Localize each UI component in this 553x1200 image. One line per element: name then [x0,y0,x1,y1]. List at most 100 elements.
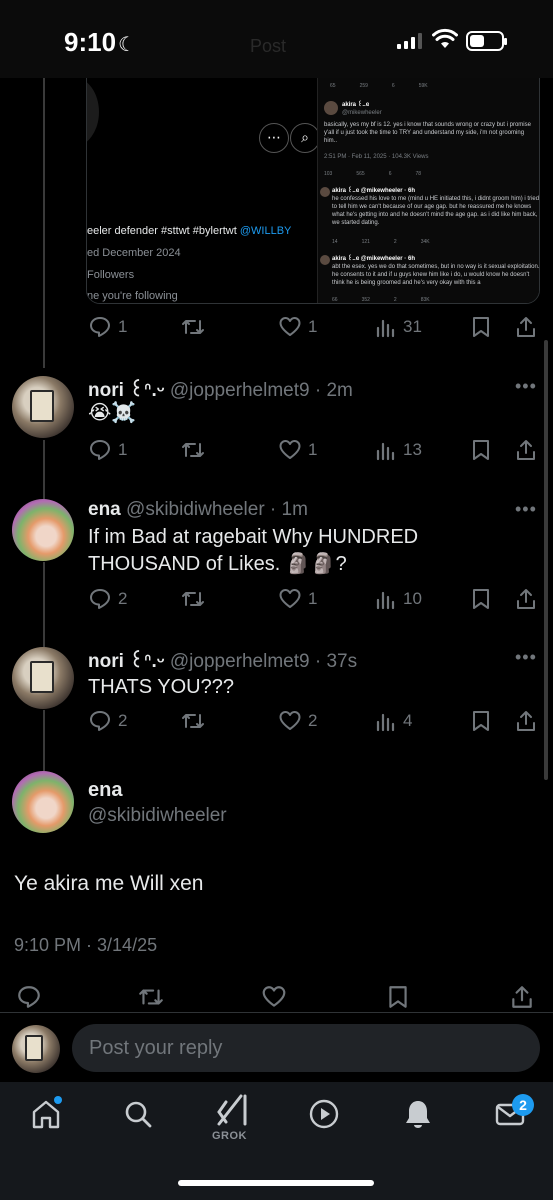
nav-grok[interactable] [215,1092,249,1133]
bookmark-icon [473,711,489,731]
like-button[interactable] [261,984,287,1010]
home-indicator[interactable] [178,1180,374,1186]
avatar[interactable] [12,771,74,833]
media-right-panel: 65 259 6 59K akira ꒰..ɞ @mikewheeler basica… [317,77,540,303]
share-button[interactable] [514,587,538,611]
share-icon [517,589,535,609]
nav-notifications[interactable] [402,1098,434,1135]
media-left-panel: ⋯ ⌕ eeler defender #sttwt #bylertwt @WIL… [87,77,320,303]
repost-icon [182,714,204,728]
reply-button[interactable]: 1 [88,438,127,462]
status-bar: 9:10 ☾ Post [0,0,553,78]
bookmark-icon [389,986,407,1008]
repost-button[interactable] [180,438,206,462]
nav-home[interactable] [30,1096,62,1135]
repost-button[interactable] [180,587,206,611]
action-bar: 1 1 31 [0,315,553,345]
tweet-text: THATS YOU??? [88,676,234,698]
heart-icon [279,317,301,336]
reply-composer: Post your reply [0,1012,553,1082]
views-icon [376,442,395,461]
media-joined-line: ed December 2024 [87,247,181,259]
media-top-stats: 65 259 6 59K [330,83,428,89]
views-icon [376,591,395,610]
reply-icon [90,589,110,609]
like-button[interactable]: 1 [278,587,317,611]
share-button[interactable] [509,984,535,1010]
repost-icon [182,443,204,457]
reply-icon [90,440,110,460]
quoted-media-image[interactable]: ⋯ ⌕ eeler defender #sttwt #bylertwt @WIL… [86,76,540,304]
nav-search[interactable] [122,1098,154,1135]
avatar[interactable] [12,647,74,709]
share-icon [517,711,535,731]
bookmark-icon [473,440,489,460]
user-handle[interactable]: @skibidiwheeler · 1m [126,499,308,520]
user-name[interactable]: ena [88,499,121,520]
wifi-icon [432,28,458,48]
user-name[interactable]: nori ꒰ᐢ.ᵕ [88,651,165,672]
reply-button[interactable] [16,984,42,1010]
media-reply1-stats: 14 121 2 34K [332,239,430,245]
bookmark-button[interactable] [470,315,492,339]
tweet-text: 😭☠️ [88,402,137,424]
reply-button[interactable]: 2 [88,709,127,733]
bookmark-icon [473,589,489,609]
media-header-handle: @mikewheeler [342,110,382,116]
user-name[interactable]: nori ꒰ᐢ.ᵕ [88,380,165,401]
main-action-bar [0,984,553,1014]
nav-video[interactable] [308,1098,340,1135]
media-reply2-stats: 66 352 2 83K [332,297,430,303]
reply-button[interactable]: 1 [88,315,127,339]
share-icon [512,986,532,1008]
reply-button[interactable]: 2 [88,587,127,611]
main-tweet-user-handle[interactable]: @skibidiwheeler [88,805,227,827]
views-button[interactable]: 10 [375,587,422,611]
repost-button[interactable] [180,709,206,733]
repost-icon [182,592,204,606]
share-button[interactable] [514,315,538,339]
avatar [12,1025,60,1073]
play-icon [309,1099,339,1129]
repost-icon [139,989,163,1005]
share-button[interactable] [514,438,538,462]
repost-button[interactable] [137,984,165,1010]
main-tweet-text: Ye akira me Will xen [14,872,204,895]
avatar[interactable] [12,376,74,438]
like-button[interactable]: 1 [278,315,317,339]
bookmark-button[interactable] [470,438,492,462]
scrollbar[interactable] [544,340,548,780]
views-button[interactable]: 31 [375,315,422,339]
heart-icon [262,986,286,1007]
like-button[interactable]: 2 [278,709,317,733]
more-options-icon[interactable]: ••• [515,376,537,397]
share-button[interactable] [514,709,538,733]
media-followers-line: Followers [87,269,135,281]
more-options-icon[interactable]: ••• [515,499,537,520]
views-button[interactable]: 4 [375,709,412,733]
reply-input[interactable]: Post your reply [72,1024,540,1072]
reply-icon [90,711,110,731]
share-icon [517,440,535,460]
cellular-signal-icon [397,33,422,49]
action-bar: 1 1 13 [0,438,553,468]
bookmark-button[interactable] [386,984,410,1010]
user-handle[interactable]: @jopperhelmet9 · 37s [170,651,357,672]
bookmark-button[interactable] [470,587,492,611]
repost-button[interactable] [180,315,206,339]
like-button[interactable]: 1 [278,438,317,462]
battery-icon [466,31,507,51]
views-button[interactable]: 13 [375,438,422,462]
bookmark-button[interactable] [470,709,492,733]
media-main-stats: 103 565 6 78 [324,171,422,177]
views-icon [376,713,395,732]
more-options-icon[interactable]: ••• [515,647,537,668]
user-handle[interactable]: @jopperhelmet9 · 2m [170,380,353,401]
action-bar: 2 1 10 [0,587,553,617]
avatar[interactable] [12,499,74,561]
media-reply2: akira ꒰..ɞ @mikewheeler · 6h abt the esex… [332,256,540,286]
reply-icon [18,986,40,1008]
main-tweet-timestamp: 9:10 PM · 3/14/25 [14,935,158,955]
main-tweet-user-name[interactable]: ena [88,779,122,802]
nav-messages[interactable]: 2 [494,1094,534,1135]
